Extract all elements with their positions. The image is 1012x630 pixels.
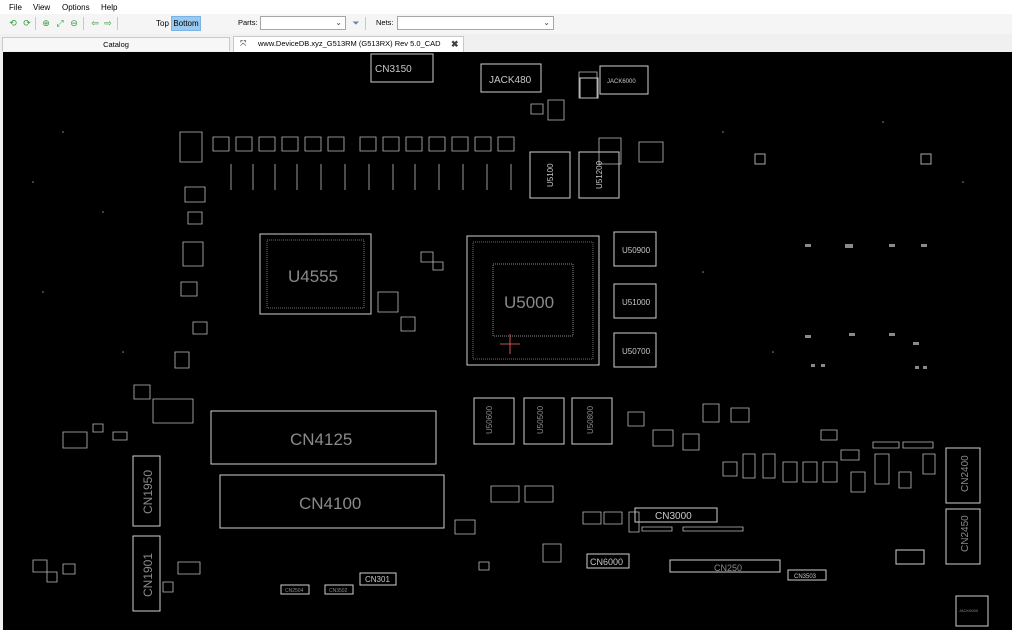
rotate-left-icon[interactable]: ⟲ <box>8 18 18 28</box>
toolbar-separator <box>117 17 118 30</box>
cursor-crosshair <box>500 334 520 354</box>
label-cn4125: CN4125 <box>290 430 352 449</box>
label-cn2504: CN2504 <box>285 588 304 594</box>
label-cn301: CN301 <box>365 575 390 584</box>
toolbar-separator <box>365 17 366 30</box>
chevron-down-icon[interactable]: ⌄ <box>335 18 342 27</box>
filter-icon[interactable]: ⏷ <box>351 18 361 28</box>
toolbar-separator <box>83 17 84 30</box>
label-cn2400: CN2400 <box>960 455 971 492</box>
label-cn250: CN250 <box>714 563 742 573</box>
chevron-down-icon[interactable]: ⌄ <box>543 18 550 27</box>
label-u50500: U50500 <box>536 405 545 434</box>
label-u5100: U5100 <box>546 163 555 187</box>
rotate-right-icon[interactable]: ⟳ <box>22 18 32 28</box>
top-side-button[interactable]: Top <box>153 17 172 30</box>
label-u50800: U50800 <box>586 405 595 434</box>
small-components <box>32 71 936 593</box>
toolbar-separator <box>35 17 36 30</box>
pads <box>32 121 964 369</box>
forward-arrow-icon[interactable]: ⇨ <box>103 18 113 28</box>
label-cn1950: CN1950 <box>141 470 155 514</box>
menu-view[interactable]: View <box>33 3 50 12</box>
parts-label: Parts: <box>238 18 258 27</box>
tab-document[interactable]: ⤧ www.DeviceDB.xyz_G513RM (G513RX) Rev 5… <box>233 36 464 52</box>
toolbar: ⟲ ⟳ ⊕ ⤢ ⊖ ⇦ ⇨ Top Bottom Parts: ⌄ ⏷ Nets… <box>0 14 1012 34</box>
board-layout[interactable]: CN3150 JACK480 JACK6000 U4555 U5000 U510… <box>3 52 1012 630</box>
label-cn3000: CN3000 <box>655 511 692 522</box>
board-canvas[interactable]: CN3150 JACK480 JACK6000 U4555 U5000 U510… <box>3 52 1012 630</box>
nets-combobox[interactable]: ⌄ <box>397 16 554 30</box>
menu-help[interactable]: Help <box>101 3 117 12</box>
menu-file[interactable]: File <box>9 3 22 12</box>
label-jack5000: JACK5000 <box>959 608 979 613</box>
zoom-fit-icon[interactable]: ⤢ <box>55 18 65 28</box>
tab-catalog[interactable]: Catalog <box>2 37 230 51</box>
label-jack6000: JACK6000 <box>607 79 636 85</box>
pin-icon[interactable]: ⤧ <box>240 37 246 51</box>
bottom-side-button[interactable]: Bottom <box>171 16 201 31</box>
nets-label: Nets: <box>376 18 394 27</box>
menu-bar: File View Options Help <box>0 0 1012 14</box>
zoom-in-icon[interactable]: ⊕ <box>41 18 51 28</box>
label-jack480: JACK480 <box>489 75 532 86</box>
label-u50900: U50900 <box>622 246 651 255</box>
menu-options[interactable]: Options <box>62 3 90 12</box>
u450-outline <box>579 77 599 99</box>
parts-combobox[interactable]: ⌄ <box>260 16 346 30</box>
tab-row: Catalog ⤧ www.DeviceDB.xyz_G513RM (G513R… <box>0 35 1012 52</box>
cn6101-outline <box>895 549 925 565</box>
label-u50600: U50600 <box>485 405 494 434</box>
back-arrow-icon[interactable]: ⇦ <box>90 18 100 28</box>
label-u5000: U5000 <box>504 293 554 312</box>
label-u50700: U50700 <box>622 347 651 356</box>
label-cn2450: CN2450 <box>960 515 971 552</box>
close-icon[interactable]: ✖ <box>451 37 459 51</box>
zoom-out-icon[interactable]: ⊖ <box>69 18 79 28</box>
label-u51200: U51200 <box>595 160 604 189</box>
label-cn3150: CN3150 <box>375 64 412 75</box>
label-cn3503: CN3503 <box>794 574 817 580</box>
u50600-outline <box>473 397 515 445</box>
tab-document-title: www.DeviceDB.xyz_G513RM (G513RX) Rev 5.0… <box>258 39 441 48</box>
label-cn1901: CN1901 <box>141 553 155 597</box>
label-u51000: U51000 <box>622 298 651 307</box>
label-cn3502: CN3502 <box>329 588 348 594</box>
label-u4555: U4555 <box>288 267 338 286</box>
label-cn4100: CN4100 <box>299 494 361 513</box>
label-cn6000: CN6000 <box>590 557 623 567</box>
